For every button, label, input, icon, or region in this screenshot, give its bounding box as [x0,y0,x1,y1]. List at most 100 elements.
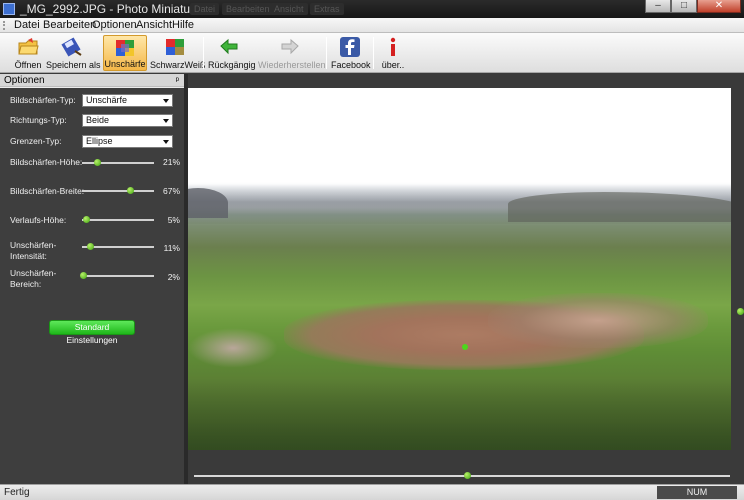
chevron-down-icon [163,119,169,123]
title-bar: _MG_2992.JPG - Photo Miniatur!It Datei B… [0,0,744,18]
gradient-height-value: 5% [167,215,180,225]
blur-icon [116,40,134,56]
sharpness-width-slider[interactable] [82,187,154,195]
background-window-menu: Ansicht [270,3,308,15]
menu-optionen[interactable]: Optionen [92,19,137,31]
default-settings-button[interactable]: Standard Einstellungen [49,320,135,345]
black-white-button[interactable]: SchwarzWeiß [150,35,206,71]
boundary-type-label: Grenzen-Typ: [10,136,62,146]
slider-track [82,219,154,221]
background-window-menu: Bearbeiten [222,3,274,15]
toolbar-separator [203,37,204,69]
open-label: Öffnen [14,60,42,70]
undo-button[interactable]: Rückgängig [208,35,256,71]
redo-label: Wiederherstellen [258,60,326,70]
background-window-menu: Extras [310,3,344,15]
sharpness-height-label: Bildschärfen-Höhe: [10,157,83,167]
window-title: _MG_2992.JPG - Photo Miniatur!It [20,2,205,16]
direction-type-select[interactable]: Beide [82,114,173,127]
slider-track [82,275,154,277]
slider-thumb[interactable] [80,272,88,279]
photo-town-east [488,293,708,348]
menu-hilfe[interactable]: Hilfe [172,19,194,31]
slider-thumb[interactable] [464,472,472,479]
slider-track [82,162,154,164]
menu-bar: Datei Bearbeiten Optionen Ansicht Hilfe [0,18,744,33]
undo-label: Rückgängig [208,60,256,70]
menu-datei[interactable]: Datei [14,19,40,31]
close-button[interactable]: ✕ [697,0,741,13]
options-panel: Optionen ᵖ Bildschärfen-Typ: Unschärfe R… [0,74,184,484]
blur-range-value: 2% [167,272,180,282]
sharpness-type-value: Unschärfe [86,95,128,105]
horizontal-position-slider[interactable] [194,472,730,480]
slider-thumb[interactable] [82,216,90,223]
save-as-icon [61,37,82,57]
options-panel-header: Optionen ᵖ [0,74,184,87]
about-label: über.. [381,60,405,70]
menu-grip[interactable] [3,21,5,30]
chevron-down-icon [163,99,169,103]
info-icon [390,37,396,56]
sharpness-height-value: 21% [162,157,180,167]
slider-thumb[interactable] [94,159,102,166]
blur-button[interactable]: Unschärfe [103,35,147,71]
toolbar-separator [326,37,327,69]
chevron-down-icon [163,140,169,144]
status-bar: Fertig NUM [0,484,744,500]
facebook-label: Facebook [331,60,371,70]
app-icon [3,3,15,15]
photo-village-left [188,328,278,368]
gradient-height-label: Verlaufs-Höhe: [10,215,67,225]
blur-label: Unschärfe [104,59,146,69]
facebook-button[interactable]: Facebook [331,35,371,71]
blur-intensity-slider[interactable] [82,243,154,251]
image-viewer [188,74,744,484]
about-button[interactable]: über.. [378,35,408,71]
menu-bearbeiten[interactable]: Bearbeiten [43,19,96,31]
redo-button[interactable]: Wiederherstellen [258,35,326,71]
sharpness-width-label: Bildschärfen-Breite: [10,186,85,196]
minimize-button[interactable]: – [645,0,671,13]
blur-intensity-value: 11% [163,243,180,253]
sharpness-type-label: Bildschärfen-Typ: [10,95,76,105]
blur-intensity-label: Unschärfen- Intensität: [10,240,57,261]
facebook-icon [340,37,360,57]
photo-preview[interactable] [188,88,731,450]
slider-track [82,190,154,192]
save-as-label: Speichern als [46,60,101,70]
toolbar: Öffnen Speichern als Unschärfe SchwarzWe… [0,33,744,73]
blur-range-slider[interactable] [80,272,154,280]
direction-type-value: Beide [86,115,110,125]
background-window-menu: Datei [190,3,220,15]
blur-range-label: Unschärfen- Bereich: [10,268,57,289]
num-lock-indicator: NUM [657,486,737,499]
undo-icon [220,38,238,55]
slider-track [194,475,730,477]
sharpness-width-value: 67% [162,186,180,196]
slider-thumb[interactable] [127,187,135,194]
sharpness-height-slider[interactable] [82,159,154,167]
pin-icon[interactable]: ᵖ [176,74,179,87]
photo-foreground [188,378,731,450]
status-text: Fertig [4,487,30,498]
options-panel-body: Bildschärfen-Typ: Unschärfe Richtungs-Ty… [0,88,184,484]
open-button[interactable]: Öffnen [12,35,44,71]
focus-center-handle[interactable] [462,344,468,350]
slider-thumb[interactable] [86,243,94,250]
black-white-label: SchwarzWeiß [150,60,206,70]
boundary-type-select[interactable]: Ellipse [82,135,173,148]
maximize-button[interactable]: □ [671,0,697,13]
open-folder-icon [18,38,39,55]
boundary-type-value: Ellipse [86,136,113,146]
sharpness-type-select[interactable]: Unschärfe [82,94,173,107]
menu-ansicht[interactable]: Ansicht [136,19,172,31]
gradient-height-slider[interactable] [82,216,154,224]
photo-hill-right [508,192,731,222]
toolbar-separator [373,37,374,69]
save-as-button[interactable]: Speichern als [46,35,101,71]
options-panel-title: Optionen [4,75,45,86]
black-white-icon [166,39,184,55]
direction-type-label: Richtungs-Typ: [10,115,67,125]
vertical-position-handle[interactable] [737,308,744,316]
